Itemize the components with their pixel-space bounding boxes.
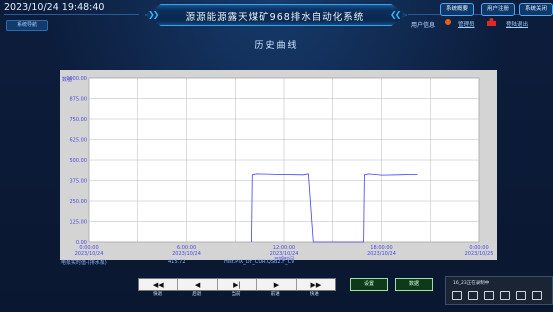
series-current-value: 415.72: [168, 259, 186, 265]
user-icon: [445, 19, 451, 25]
system-close-button[interactable]: 系统关闭: [519, 3, 553, 16]
fast-forward-button[interactable]: ▶▶: [297, 279, 335, 290]
x-tick-date: 2023/10/24: [75, 251, 104, 257]
history-chart[interactable]: 1000.00875.00750.00625.00500.00375.00250…: [60, 70, 497, 260]
x-tick-date: 2023/10/25: [465, 251, 494, 257]
user-name-link[interactable]: 管理员: [458, 20, 475, 28]
logout-icon: [487, 18, 496, 26]
y-tick-label: 500.00: [70, 158, 88, 164]
forward-button[interactable]: ▶: [257, 279, 297, 290]
user-register-button[interactable]: 用户注册: [481, 3, 515, 16]
system-nav-button[interactable]: 系统导航: [6, 20, 48, 31]
y-tick-label: 875.00: [70, 97, 88, 103]
y-tick-label: 625.00: [70, 138, 88, 144]
y-axis-label: 数值: [62, 76, 72, 83]
user-info-label: 用户信息: [411, 22, 436, 29]
system-overview-button[interactable]: 系统概要: [440, 3, 474, 16]
chat-icon[interactable]: [452, 291, 462, 300]
y-tick-label: 375.00: [70, 179, 88, 185]
y-tick-label: 250.00: [70, 199, 88, 205]
playback-labels: 快退 后退 当前 前进 快进: [138, 291, 334, 297]
y-tick-label: 750.00: [70, 117, 88, 123]
toolbar-icons: [452, 291, 542, 300]
folder-icon[interactable]: [516, 291, 526, 300]
backward-button[interactable]: ◀: [178, 279, 218, 290]
fast-backward-button[interactable]: ◀◀: [139, 279, 179, 290]
page-title: 历史曲线: [254, 41, 299, 51]
y-tick-label: 125.00: [70, 220, 88, 226]
stop-icon[interactable]: [532, 291, 542, 300]
recording-status: 16_23正在录制中: [453, 281, 490, 286]
screen-icon[interactable]: [500, 291, 510, 300]
playback-controls: ◀◀ ◀ ▶| ▶ ▶▶: [138, 278, 336, 291]
data-button[interactable]: 数据: [395, 278, 433, 291]
fast-backward-label: 快退: [153, 292, 163, 297]
fast-forward-label: 快进: [309, 292, 319, 297]
current-button[interactable]: ▶|: [218, 279, 258, 290]
app-title: 源源能源露天煤矿968排水自动化系统: [185, 12, 365, 23]
backward-label: 后退: [192, 292, 202, 297]
settings-button[interactable]: 设置: [350, 278, 388, 291]
series-tag-name: Hist.PIX_DY_CUR.QSB2.F_CV: [224, 259, 295, 265]
camera-icon[interactable]: [484, 291, 494, 300]
forward-label: 前进: [270, 292, 280, 297]
x-tick-date: 2023/10/24: [172, 251, 201, 257]
current-label: 当前: [231, 292, 241, 297]
header-left-line: [4, 14, 139, 15]
series-item-label: 电泵实时值-(排水泵): [61, 260, 107, 266]
recording-toolbar: 16_23正在录制中: [445, 276, 553, 305]
logout-link[interactable]: 登陆退出: [506, 20, 528, 28]
x-tick-date: 2023/10/24: [367, 251, 396, 257]
microphone-icon[interactable]: [468, 291, 478, 300]
datetime: 2023/10/24 19:48:40: [4, 2, 105, 13]
